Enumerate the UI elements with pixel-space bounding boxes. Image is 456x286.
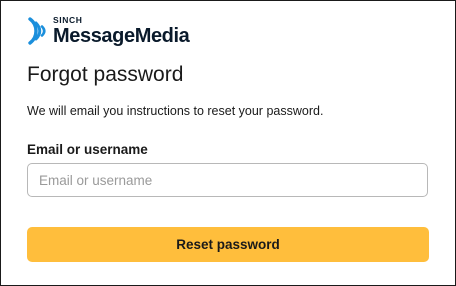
instructions-text: We will email you instructions to reset … <box>27 104 324 118</box>
email-username-input[interactable] <box>27 163 428 197</box>
brand-wordmark: SINCH MessageMedia <box>53 15 190 47</box>
brand-parent-name: SINCH <box>53 15 83 25</box>
sinch-wave-icon <box>28 17 46 45</box>
brand-logo: SINCH MessageMedia <box>24 14 190 48</box>
email-username-label: Email or username <box>27 142 148 157</box>
reset-password-button[interactable]: Reset password <box>27 227 429 262</box>
brand-name: MessageMedia <box>53 25 190 47</box>
page-title: Forgot password <box>27 63 184 86</box>
forgot-password-panel: SINCH MessageMedia Forgot password We wi… <box>0 0 456 286</box>
